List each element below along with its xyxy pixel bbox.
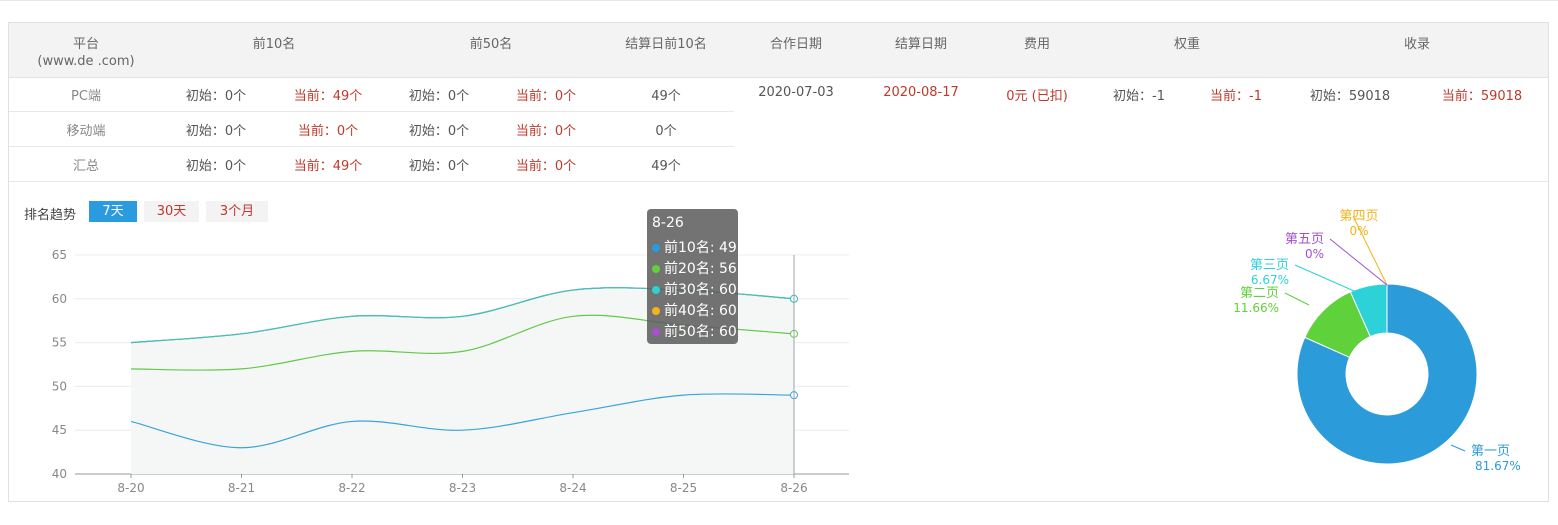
header-fee: 费用 (1023, 37, 1051, 52)
header-top10: 前10名 (252, 37, 296, 52)
row-total-name: 汇总 (72, 159, 100, 174)
row-pc-top10-cur: 当前：49个 (293, 89, 363, 104)
row-total-top50-init: 初始：0个 (408, 159, 470, 174)
header-settle-top10: 结算日前10名 (625, 37, 707, 52)
row-total-top10-cur: 当前：49个 (293, 159, 363, 174)
x-tick-label: 8-24 (559, 481, 586, 495)
y-tick-label: 60 (52, 292, 67, 306)
row-total-top10-init: 初始：0个 (185, 159, 247, 174)
row-divider (9, 146, 734, 147)
weight-init: 初始：-1 (1113, 89, 1165, 104)
y-tick-label: 55 (52, 336, 67, 350)
tooltip-row: 前20名: 56 (652, 258, 737, 278)
tooltip-row-label: 前10名: 49 (664, 240, 737, 256)
x-tick-label: 8-22 (338, 481, 365, 495)
y-tick-label: 45 (52, 423, 67, 437)
x-tick-label: 8-20 (117, 481, 144, 495)
tooltip-row: 前50名: 60 (652, 321, 737, 341)
x-tick-label: 8-23 (449, 481, 476, 495)
row-pc-name: PC端 (71, 89, 101, 104)
chart-tooltip: 8-26 前10名: 49 前20名: 56 前30名: 60 前40名: 60… (647, 209, 738, 344)
tooltip-title: 8-26 (652, 215, 684, 231)
tooltip-row-label: 前20名: 56 (664, 261, 737, 277)
row-mobile-settle: 0个 (655, 124, 677, 139)
indexed-cur: 当前：59018 (1441, 89, 1523, 104)
header-platform: 平台 (www.de .com) (37, 33, 134, 69)
range-7-days-button[interactable]: 7天 (89, 201, 137, 222)
slice-name-label: 第三页 (1250, 258, 1289, 273)
trend-label: 排名趋势 (24, 208, 77, 223)
row-pc-settle: 49个 (651, 89, 681, 104)
label-leader-line (1329, 238, 1388, 286)
series-dot-icon (652, 328, 660, 336)
header-weight: 权重 (1173, 37, 1201, 52)
settle-date-value: 2020-08-17 (883, 85, 959, 100)
row-pc-top10-init: 初始：0个 (185, 89, 247, 104)
range-3-months-button[interactable]: 3个月 (206, 201, 268, 222)
indexed-init: 初始：59018 (1309, 89, 1391, 104)
x-tick-label: 8-26 (780, 481, 807, 495)
row-mobile-top50-cur: 当前：0个 (515, 124, 577, 139)
ranking-panel: 平台 (www.de .com) 前10名 前50名 结算日前10名 合作日期 … (8, 22, 1549, 502)
row-mobile-top10-init: 初始：0个 (185, 124, 247, 139)
slice-name-label: 第一页 (1471, 444, 1510, 459)
row-pc-top50-init: 初始：0个 (408, 89, 470, 104)
tooltip-row-label: 前40名: 60 (664, 303, 737, 319)
row-mobile-top50-init: 初始：0个 (408, 124, 470, 139)
row-pc-top50-cur: 当前：0个 (515, 89, 577, 104)
page-distribution-donut: 第一页81.67%第二页11.66%第三页6.67%第四页0%第五页0% (1233, 209, 1521, 473)
tooltip-row: 前10名: 49 (652, 237, 737, 257)
fee-value: 0元 (已扣) (1006, 89, 1068, 104)
row-divider (9, 111, 734, 112)
label-leader-line (1450, 444, 1466, 452)
series-dot-icon (652, 265, 660, 273)
ranking-trend-chart: 40 45 50 55 60 65 8-20 8-21 8-22 8-23 8-24 8-25 8-26 (52, 248, 849, 495)
coop-date-value: 2020-07-03 (758, 85, 834, 100)
x-tick-label: 8-21 (228, 481, 255, 495)
slice-percent-label: 6.67% (1251, 273, 1289, 287)
header-platform-domain: (www.de .com) (37, 54, 135, 69)
header-platform-label: 平台 (72, 37, 100, 52)
table-bottom-divider (9, 181, 1548, 182)
slice-name-label: 第四页 (1339, 209, 1378, 224)
x-tick-label: 8-25 (670, 481, 697, 495)
top-border (0, 0, 1558, 1)
header-coop-date: 合作日期 (769, 37, 823, 52)
row-total-top50-cur: 当前：0个 (515, 159, 577, 174)
range-30-days-button[interactable]: 30天 (144, 201, 199, 222)
slice-percent-label: 0% (1349, 224, 1368, 238)
slice-name-label: 第五页 (1285, 232, 1324, 247)
label-leader-line (1284, 292, 1310, 306)
slice-percent-label: 11.66% (1233, 301, 1279, 315)
row-total-settle: 49个 (651, 159, 681, 174)
tooltip-row: 前40名: 60 (652, 300, 737, 320)
slice-name-label: 第二页 (1240, 286, 1279, 301)
slice-percent-label: 81.67% (1475, 459, 1521, 473)
weight-cur: 当前：-1 (1210, 89, 1262, 104)
header-settle-date: 结算日期 (894, 37, 948, 52)
label-leader-line (1294, 264, 1355, 292)
series-dot-icon (652, 307, 660, 315)
row-mobile-top10-cur: 当前：0个 (297, 124, 359, 139)
slice-percent-label: 0% (1305, 247, 1324, 261)
header-top50: 前50名 (469, 37, 513, 52)
tooltip-row: 前30名: 60 (652, 279, 737, 299)
y-tick-label: 50 (52, 379, 67, 393)
header-indexed: 收录 (1403, 37, 1431, 52)
tooltip-row-label: 前50名: 60 (664, 324, 737, 340)
series-dot-icon (652, 244, 660, 252)
tooltip-row-label: 前30名: 60 (664, 282, 737, 298)
y-tick-label: 65 (52, 248, 67, 262)
row-mobile-name: 移动端 (66, 124, 106, 139)
series-dot-icon (652, 286, 660, 294)
y-tick-label: 40 (52, 467, 67, 481)
